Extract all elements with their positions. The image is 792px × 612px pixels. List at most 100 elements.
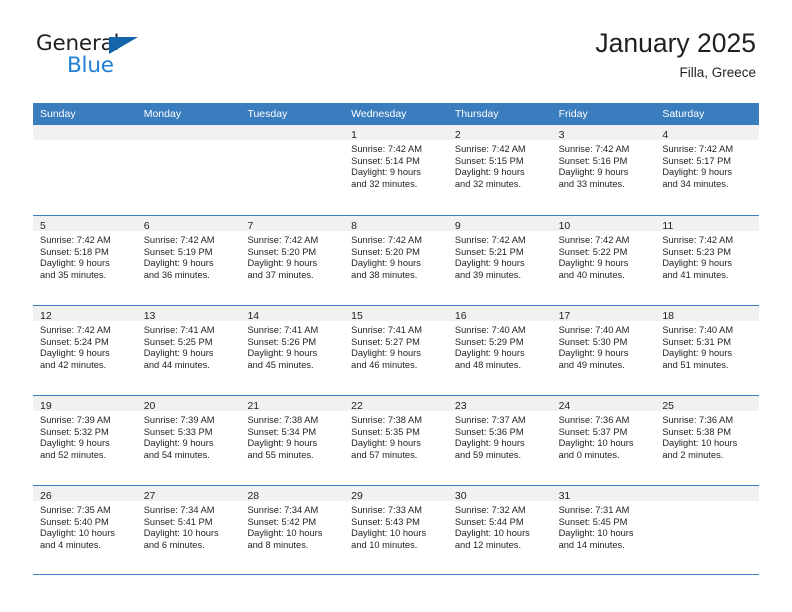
sunset-text: Sunset: 5:36 PM (454, 426, 524, 437)
day-cell[interactable]: 17 Sunrise: 7:40 AM Sunset: 5:30 PM Dayl… (551, 306, 656, 395)
sunset-text: Sunset: 5:34 PM (247, 426, 317, 437)
day-info: Sunrise: 7:34 AM Sunset: 5:42 PM Dayligh… (240, 501, 344, 551)
sunrise-text: Sunrise: 7:42 AM (662, 144, 734, 154)
day-cell[interactable]: 29 Sunrise: 7:33 AM Sunset: 5:43 PM Dayl… (344, 486, 448, 574)
sunset-text: Sunset: 5:38 PM (662, 426, 732, 437)
sunrise-text: Sunrise: 7:42 AM (662, 235, 734, 245)
day-cell[interactable]: 2 Sunrise: 7:42 AM Sunset: 5:15 PM Dayli… (447, 125, 552, 215)
day-cell[interactable]: 14 Sunrise: 7:41 AM Sunset: 5:26 PM Dayl… (240, 306, 345, 395)
day-number: 29 (351, 490, 363, 502)
day-info (33, 140, 137, 144)
day-cell[interactable] (240, 125, 345, 215)
weekday-header-tuesday: Tuesday (247, 108, 288, 120)
day-number: 10 (558, 220, 571, 232)
day-number-band: 21 (240, 396, 345, 412)
day-cell[interactable]: 1 Sunrise: 7:42 AM Sunset: 5:14 PM Dayli… (344, 125, 448, 215)
day-cell[interactable] (136, 125, 241, 215)
day-number-band (136, 125, 241, 140)
day-info: Sunrise: 7:42 AM Sunset: 5:17 PM Dayligh… (655, 140, 759, 190)
day-info: Sunrise: 7:39 AM Sunset: 5:33 PM Dayligh… (137, 411, 241, 461)
day-info: Sunrise: 7:36 AM Sunset: 5:37 PM Dayligh… (552, 411, 656, 461)
day-cell[interactable]: 28 Sunrise: 7:34 AM Sunset: 5:42 PM Dayl… (240, 486, 345, 574)
sunset-text: Sunset: 5:20 PM (351, 246, 420, 257)
week-row: 19 Sunrise: 7:39 AM Sunset: 5:32 PM Dayl… (33, 395, 760, 485)
daylight-text-line2: and 51 minutes. (662, 359, 729, 370)
day-number-band: 20 (136, 396, 241, 412)
daylight-text-line1: Daylight: 9 hours (662, 348, 733, 359)
daylight-text-line2: and 10 minutes. (351, 539, 418, 550)
day-cell[interactable]: 11 Sunrise: 7:42 AM Sunset: 5:23 PM Dayl… (655, 216, 760, 305)
day-cell[interactable]: 27 Sunrise: 7:34 AM Sunset: 5:41 PM Dayl… (136, 486, 241, 574)
day-cell[interactable]: 30 Sunrise: 7:32 AM Sunset: 5:44 PM Dayl… (447, 486, 552, 574)
day-cell[interactable]: 15 Sunrise: 7:41 AM Sunset: 5:27 PM Dayl… (344, 306, 448, 395)
day-number: 31 (558, 490, 571, 502)
day-info (137, 140, 241, 144)
daylight-text-line1: Daylight: 10 hours (40, 528, 115, 539)
daylight-text-line1: Daylight: 9 hours (40, 438, 110, 449)
daylight-text-line1: Daylight: 10 hours (143, 528, 219, 539)
sunset-text: Sunset: 5:15 PM (454, 155, 524, 166)
day-cell[interactable]: 6 Sunrise: 7:42 AM Sunset: 5:19 PM Dayli… (136, 216, 241, 305)
daylight-text-line2: and 32 minutes. (454, 178, 522, 189)
day-cell[interactable]: 12 Sunrise: 7:42 AM Sunset: 5:24 PM Dayl… (33, 306, 137, 395)
sunset-text: Sunset: 5:43 PM (351, 516, 420, 527)
sunset-text: Sunset: 5:37 PM (558, 426, 628, 437)
daylight-text-line1: Daylight: 10 hours (454, 528, 530, 539)
week-row: 1 Sunrise: 7:42 AM Sunset: 5:14 PM Dayli… (33, 125, 760, 215)
daylight-text-line2: and 52 minutes. (40, 449, 107, 460)
daylight-text-line2: and 49 minutes. (558, 359, 625, 370)
calendar-page: General Blue January 2025 Filla, Greece … (0, 0, 792, 612)
day-number-band: 30 (447, 486, 552, 502)
sunrise-text: Sunrise: 7:38 AM (351, 415, 422, 425)
daylight-text-line1: Daylight: 9 hours (558, 258, 629, 269)
weekday-header-thursday: Thursday (454, 108, 499, 120)
day-cell[interactable]: 13 Sunrise: 7:41 AM Sunset: 5:25 PM Dayl… (136, 306, 241, 395)
day-info: Sunrise: 7:35 AM Sunset: 5:40 PM Dayligh… (33, 501, 137, 551)
day-info: Sunrise: 7:42 AM Sunset: 5:20 PM Dayligh… (344, 231, 448, 281)
day-cell[interactable]: 31 Sunrise: 7:31 AM Sunset: 5:45 PM Dayl… (551, 486, 656, 574)
day-number: 17 (558, 310, 571, 322)
day-number-band: 6 (136, 216, 241, 232)
sunset-text: Sunset: 5:21 PM (454, 246, 524, 257)
day-cell[interactable]: 3 Sunrise: 7:42 AM Sunset: 5:16 PM Dayli… (551, 125, 656, 215)
day-info: Sunrise: 7:40 AM Sunset: 5:29 PM Dayligh… (448, 321, 552, 371)
day-cell[interactable]: 8 Sunrise: 7:42 AM Sunset: 5:20 PM Dayli… (344, 216, 448, 305)
day-cell[interactable]: 19 Sunrise: 7:39 AM Sunset: 5:32 PM Dayl… (33, 396, 137, 485)
day-cell[interactable] (655, 486, 760, 574)
daylight-text-line2: and 38 minutes. (351, 269, 418, 280)
day-cell[interactable]: 10 Sunrise: 7:42 AM Sunset: 5:22 PM Dayl… (551, 216, 656, 305)
day-cell[interactable]: 9 Sunrise: 7:42 AM Sunset: 5:21 PM Dayli… (447, 216, 552, 305)
day-info: Sunrise: 7:39 AM Sunset: 5:32 PM Dayligh… (33, 411, 137, 461)
sunrise-text: Sunrise: 7:42 AM (351, 235, 422, 245)
day-cell[interactable]: 24 Sunrise: 7:36 AM Sunset: 5:37 PM Dayl… (551, 396, 656, 485)
day-cell[interactable]: 7 Sunrise: 7:42 AM Sunset: 5:20 PM Dayli… (240, 216, 345, 305)
day-info: Sunrise: 7:36 AM Sunset: 5:38 PM Dayligh… (655, 411, 759, 461)
day-cell[interactable]: 26 Sunrise: 7:35 AM Sunset: 5:40 PM Dayl… (33, 486, 137, 574)
day-info: Sunrise: 7:42 AM Sunset: 5:14 PM Dayligh… (344, 140, 448, 190)
day-cell[interactable]: 4 Sunrise: 7:42 AM Sunset: 5:17 PM Dayli… (655, 125, 760, 215)
week-row: 5 Sunrise: 7:42 AM Sunset: 5:18 PM Dayli… (33, 215, 760, 305)
day-number: 1 (351, 129, 357, 141)
sunrise-text: Sunrise: 7:40 AM (454, 325, 526, 335)
day-number: 11 (662, 220, 674, 232)
daylight-text-line2: and 2 minutes. (662, 449, 724, 460)
daylight-text-line1: Daylight: 9 hours (558, 348, 629, 359)
weekday-header-sunday: Sunday (40, 108, 76, 120)
daylight-text-line1: Daylight: 9 hours (40, 258, 110, 269)
sunrise-text: Sunrise: 7:36 AM (662, 415, 734, 425)
daylight-text-line1: Daylight: 9 hours (454, 438, 525, 449)
day-cell[interactable]: 23 Sunrise: 7:37 AM Sunset: 5:36 PM Dayl… (447, 396, 552, 485)
day-cell[interactable]: 22 Sunrise: 7:38 AM Sunset: 5:35 PM Dayl… (344, 396, 448, 485)
daylight-text-line1: Daylight: 9 hours (351, 438, 421, 449)
day-cell[interactable]: 25 Sunrise: 7:36 AM Sunset: 5:38 PM Dayl… (655, 396, 760, 485)
sunset-text: Sunset: 5:33 PM (143, 426, 213, 437)
day-info: Sunrise: 7:42 AM Sunset: 5:23 PM Dayligh… (655, 231, 759, 281)
day-number: 12 (40, 310, 52, 322)
day-cell[interactable]: 5 Sunrise: 7:42 AM Sunset: 5:18 PM Dayli… (33, 216, 137, 305)
day-cell[interactable] (33, 125, 137, 215)
day-cell[interactable]: 16 Sunrise: 7:40 AM Sunset: 5:29 PM Dayl… (447, 306, 552, 395)
day-number-band: 13 (136, 306, 241, 322)
day-cell[interactable]: 18 Sunrise: 7:40 AM Sunset: 5:31 PM Dayl… (655, 306, 760, 395)
day-cell[interactable]: 21 Sunrise: 7:38 AM Sunset: 5:34 PM Dayl… (240, 396, 345, 485)
day-cell[interactable]: 20 Sunrise: 7:39 AM Sunset: 5:33 PM Dayl… (136, 396, 241, 485)
